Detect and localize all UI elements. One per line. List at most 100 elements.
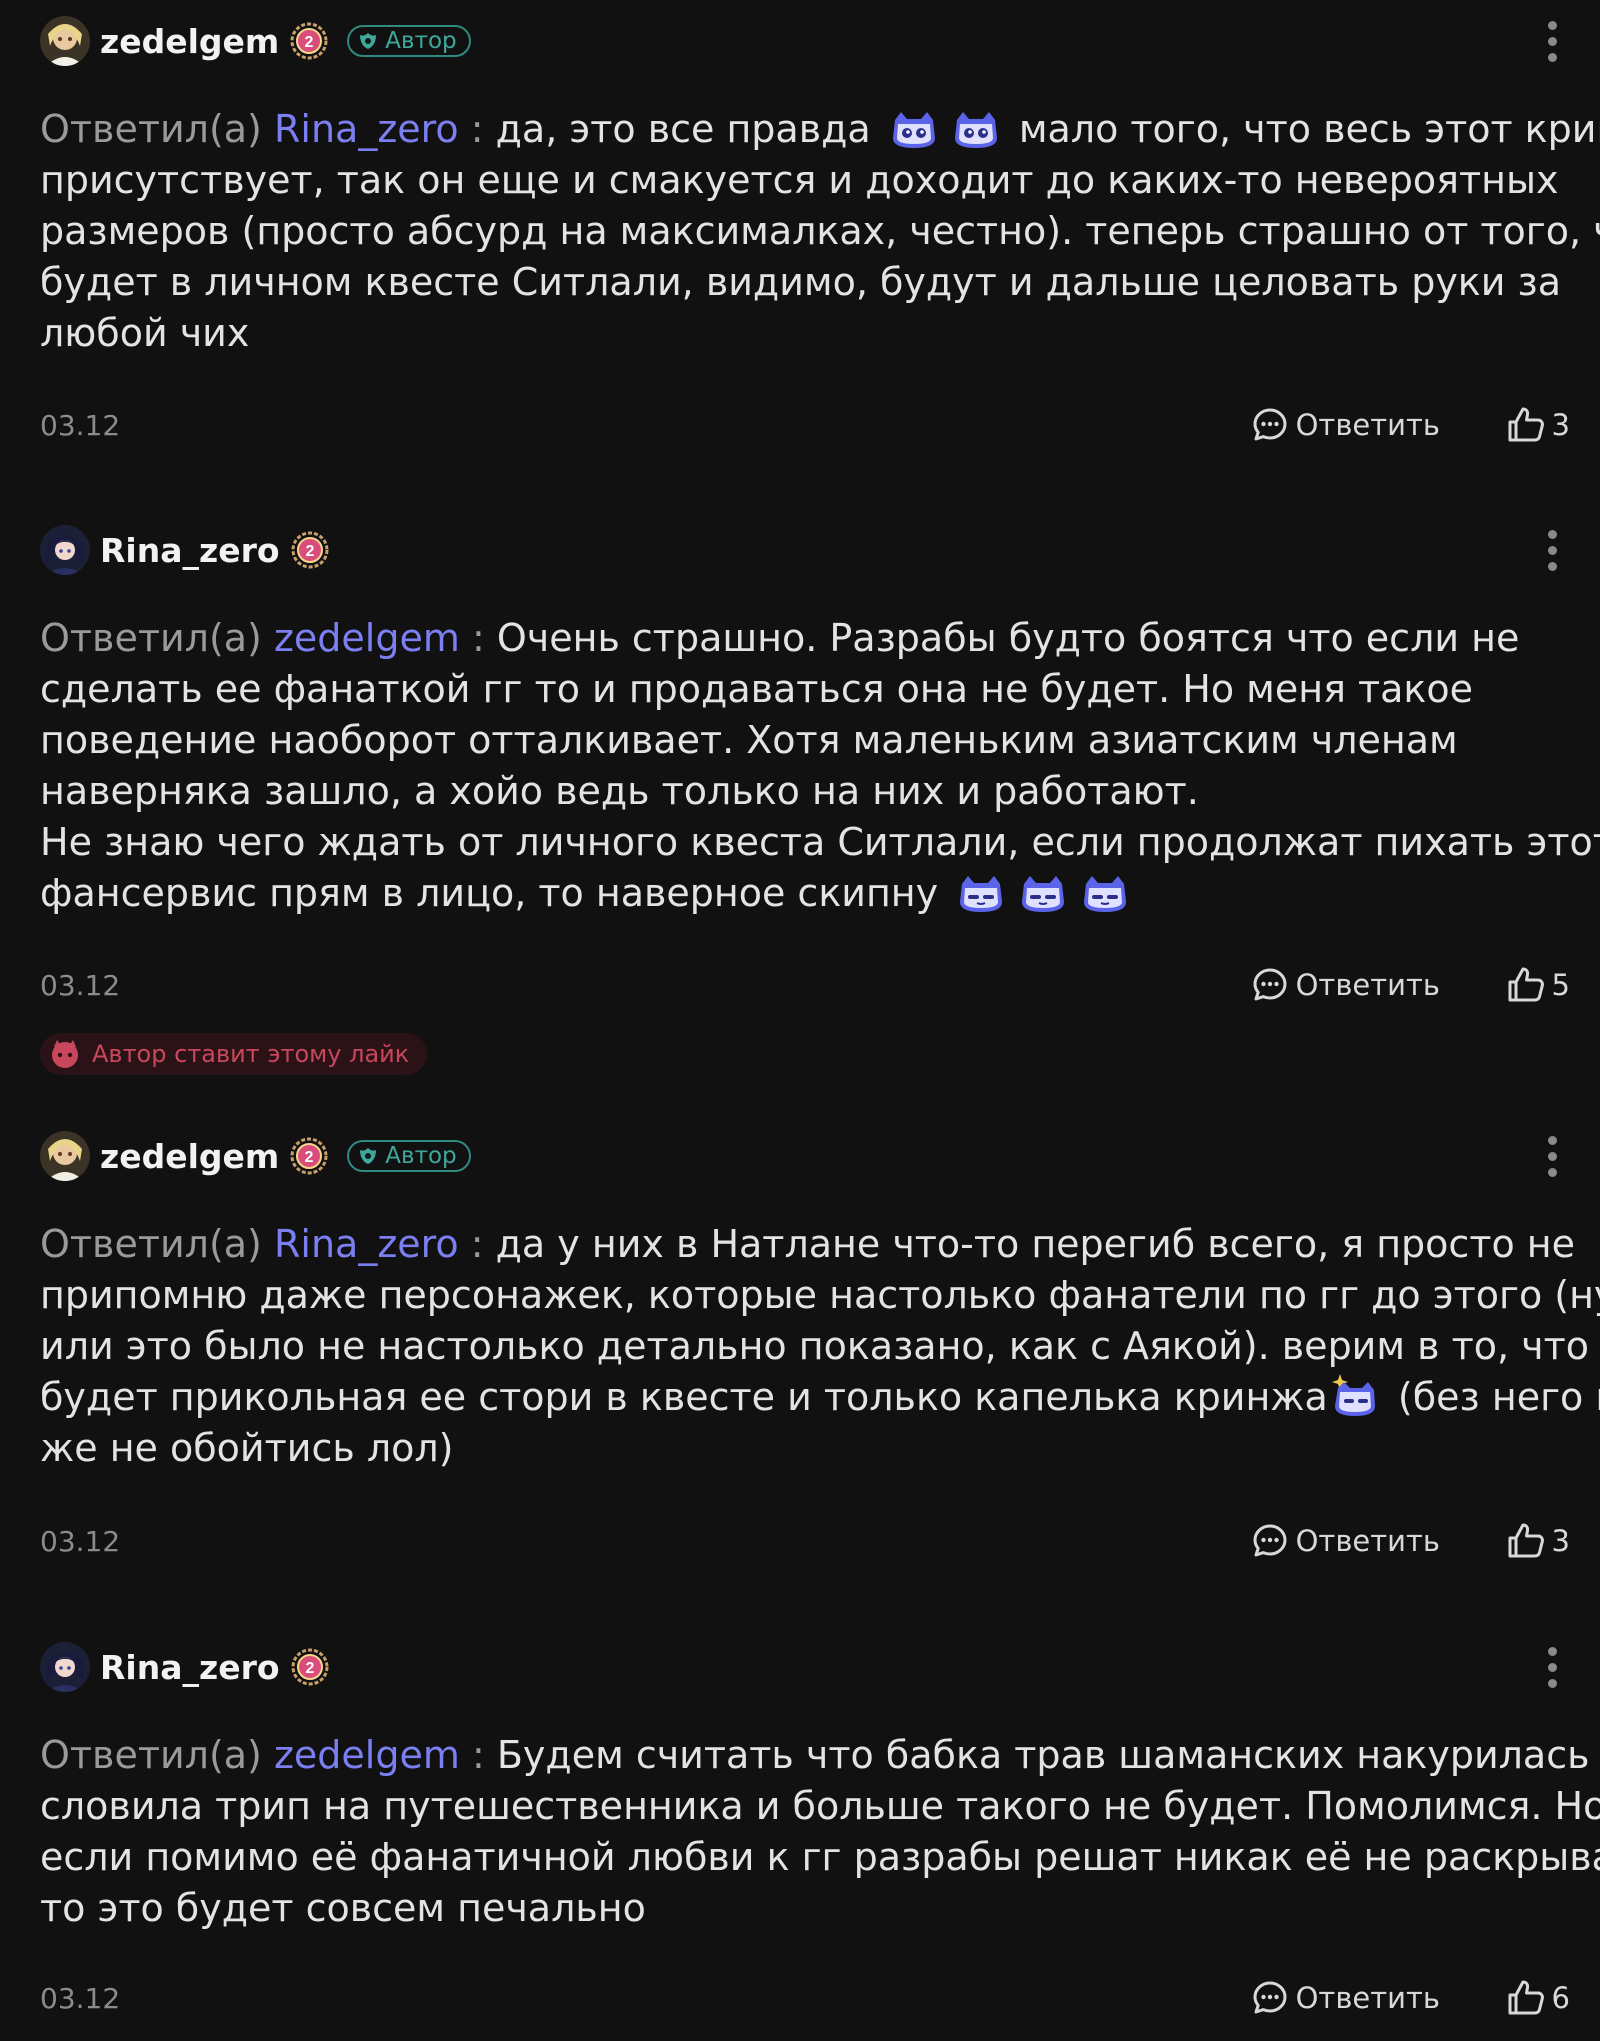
like-count: 3 bbox=[1551, 408, 1570, 442]
paimon-emoji-icon bbox=[1080, 874, 1130, 914]
level-badge-icon bbox=[289, 1136, 329, 1176]
comment-line: или это было не настолько детально показ… bbox=[40, 1324, 1589, 1368]
like-button[interactable]: 3 bbox=[1506, 405, 1570, 445]
comment-text: Ответил(а) zedelgem : Будем считать что … bbox=[40, 1730, 1600, 1934]
comment-footer: 03.12 Ответить 5 bbox=[40, 960, 1570, 1010]
comment-line: любой чих bbox=[40, 311, 250, 355]
username[interactable]: zedelgem bbox=[100, 22, 279, 61]
author-liked-badge: Автор ставит этому лайк bbox=[40, 1033, 428, 1075]
comment-line: присутствует, так он еще и смакуется и д… bbox=[40, 158, 1559, 202]
thumbs-up-icon bbox=[1506, 1521, 1546, 1561]
paimon-emoji-icon bbox=[951, 110, 1001, 150]
replied-prefix: Ответил(а) bbox=[40, 1222, 262, 1266]
comment-line: припомню даже персонажек, которые настол… bbox=[40, 1273, 1600, 1317]
comment-text: Ответил(а) Rina_zero : да, это все правд… bbox=[40, 104, 1600, 359]
mention-link[interactable]: zedelgem bbox=[274, 616, 460, 660]
reply-label: Ответить bbox=[1295, 968, 1440, 1002]
thumbs-up-icon bbox=[1506, 965, 1546, 1005]
comment-line: то это будет совсем печально bbox=[40, 1886, 646, 1930]
comment-line: да у них в Натлане что-то перегиб всего,… bbox=[495, 1222, 1576, 1266]
comment-text: Ответил(а) Rina_zero : да у них в Натлан… bbox=[40, 1219, 1600, 1474]
avatar[interactable] bbox=[40, 1131, 90, 1181]
replied-prefix: Ответил(а) bbox=[40, 107, 262, 151]
author-leaf-icon bbox=[357, 1145, 379, 1167]
thumbs-up-icon bbox=[1506, 1978, 1546, 2018]
comment-bubble-icon bbox=[1252, 1523, 1288, 1559]
author-liked-label: Автор ставит этому лайк bbox=[92, 1040, 410, 1068]
username[interactable]: Rina_zero bbox=[100, 1648, 280, 1687]
comment-line: будет в личном квесте Ситлали, видимо, б… bbox=[40, 260, 1562, 304]
comment-line: же не обойтись лол) bbox=[40, 1426, 454, 1470]
thumbs-up-icon bbox=[1506, 405, 1546, 445]
replied-prefix: Ответил(а) bbox=[40, 616, 262, 660]
comment-date: 03.12 bbox=[40, 408, 121, 442]
comment-header: Rina_zero bbox=[40, 524, 330, 576]
comment-line: сделать ее фанаткой гг то и продаваться … bbox=[40, 667, 1474, 711]
paimon-emoji-icon bbox=[1018, 874, 1068, 914]
comment-line: Очень страшно. Разрабы будто боятся что … bbox=[496, 616, 1520, 660]
comment-bubble-icon bbox=[1252, 967, 1288, 1003]
level-badge-icon bbox=[290, 1647, 330, 1687]
level-badge-icon bbox=[289, 21, 329, 61]
comment-line: да, это все правда bbox=[495, 107, 871, 151]
paimon-emoji-icon bbox=[956, 874, 1006, 914]
reply-button[interactable]: Ответить bbox=[1252, 1523, 1440, 1559]
comment-date: 03.12 bbox=[40, 1524, 121, 1558]
comment-line: Будем считать что бабка трав шаманских н… bbox=[496, 1733, 1600, 1777]
comment-date: 03.12 bbox=[40, 1981, 121, 2015]
like-button[interactable]: 3 bbox=[1506, 1521, 1570, 1561]
more-vertical-icon[interactable] bbox=[1532, 1130, 1572, 1182]
username[interactable]: Rina_zero bbox=[100, 531, 280, 570]
comment-line: фансервис прям в лицо, то наверное скипн… bbox=[40, 871, 939, 915]
like-count: 3 bbox=[1551, 1524, 1570, 1558]
like-count: 5 bbox=[1551, 968, 1570, 1002]
author-badge-label: Автор bbox=[385, 28, 457, 54]
comment-date: 03.12 bbox=[40, 968, 121, 1002]
comment-footer: 03.12 Ответить 6 bbox=[40, 1973, 1570, 2023]
avatar[interactable] bbox=[40, 16, 90, 66]
comment-footer: 03.12 Ответить 3 bbox=[40, 400, 1570, 450]
comment-bubble-icon bbox=[1252, 407, 1288, 443]
comment-line: словила трип на путешественника и больше… bbox=[40, 1784, 1600, 1828]
paimon-emoji-icon bbox=[1328, 1374, 1378, 1418]
mention-link[interactable]: Rina_zero bbox=[274, 1222, 459, 1266]
more-vertical-icon[interactable] bbox=[1532, 524, 1572, 576]
reply-button[interactable]: Ответить bbox=[1252, 407, 1440, 443]
comment-line: Не знаю чего ждать от личного квеста Сит… bbox=[40, 820, 1600, 864]
reply-button[interactable]: Ответить bbox=[1252, 1980, 1440, 2016]
mention-link[interactable]: Rina_zero bbox=[274, 107, 459, 151]
reply-button[interactable]: Ответить bbox=[1252, 967, 1440, 1003]
like-count: 6 bbox=[1551, 1981, 1570, 2015]
mention-link[interactable]: zedelgem bbox=[274, 1733, 460, 1777]
author-leaf-icon bbox=[357, 30, 379, 52]
comment-bubble-icon bbox=[1252, 1980, 1288, 2016]
reply-label: Ответить bbox=[1295, 1981, 1440, 2015]
comment-header: Rina_zero bbox=[40, 1641, 330, 1693]
heart-face-icon bbox=[48, 1037, 82, 1071]
author-badge: Автор bbox=[347, 1140, 471, 1172]
reply-label: Ответить bbox=[1295, 1524, 1440, 1558]
comment-header: zedelgem Автор bbox=[40, 1130, 471, 1182]
more-vertical-icon[interactable] bbox=[1532, 1641, 1572, 1693]
comment-line: размеров (просто абсурд на максималках, … bbox=[40, 209, 1600, 253]
avatar[interactable] bbox=[40, 525, 90, 575]
comment-line: если помимо её фанатичной любви к гг раз… bbox=[40, 1835, 1600, 1879]
like-button[interactable]: 5 bbox=[1506, 965, 1570, 1005]
username[interactable]: zedelgem bbox=[100, 1137, 279, 1176]
author-badge: Автор bbox=[347, 25, 471, 57]
reply-label: Ответить bbox=[1295, 408, 1440, 442]
comment-line: (без него все bbox=[1397, 1375, 1600, 1419]
paimon-emoji-icon bbox=[889, 110, 939, 150]
more-vertical-icon[interactable] bbox=[1532, 15, 1572, 67]
comment-footer: 03.12 Ответить 3 bbox=[40, 1516, 1570, 1566]
level-badge-icon bbox=[290, 530, 330, 570]
avatar[interactable] bbox=[40, 1642, 90, 1692]
comment-line: поведение наоборот отталкивает. Хотя мал… bbox=[40, 718, 1458, 762]
comment-header: zedelgem Автор bbox=[40, 15, 471, 67]
comment-text: Ответил(а) zedelgem : Очень страшно. Раз… bbox=[40, 616, 1600, 915]
like-button[interactable]: 6 bbox=[1506, 1978, 1570, 2018]
comment-line: наверняка зашло, а хойо ведь только на н… bbox=[40, 769, 1199, 813]
comment-line: будет прикольная ее стори в квесте и тол… bbox=[40, 1375, 1328, 1419]
replied-prefix: Ответил(а) bbox=[40, 1733, 262, 1777]
author-badge-label: Автор bbox=[385, 1143, 457, 1169]
